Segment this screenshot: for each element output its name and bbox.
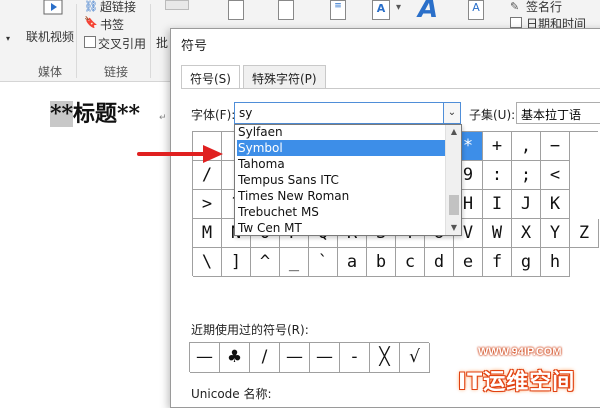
heading-suffix: ** xyxy=(117,101,141,127)
symbol-cell[interactable]: < xyxy=(541,161,570,190)
watermark-logo-text: IT运维空间 xyxy=(458,370,576,395)
bookmark-button[interactable]: 书签 xyxy=(100,16,124,33)
quickparts-icon[interactable]: ▾ xyxy=(396,2,401,13)
symbol-cell[interactable]: M xyxy=(193,219,222,248)
unicode-name-label: Unicode 名称: xyxy=(191,387,272,401)
bookmark-icon: 🔖 xyxy=(84,16,98,29)
symbol-cell[interactable]: : xyxy=(483,161,512,190)
symbol-cell[interactable]: a xyxy=(338,248,367,277)
header-icon[interactable] xyxy=(228,0,244,20)
scroll-down-icon[interactable]: ▼ xyxy=(446,221,461,235)
recent-symbol-cell[interactable]: — xyxy=(280,343,310,373)
group-label-links: 链接 xyxy=(104,65,129,79)
footer-icon[interactable] xyxy=(278,0,294,20)
symbol-cell[interactable]: \ xyxy=(193,248,222,277)
symbol-cell[interactable]: g xyxy=(512,248,541,277)
heading-prefix: ** xyxy=(50,101,74,127)
symbol-cell[interactable]: Y xyxy=(541,219,570,248)
dropdown-scrollbar[interactable]: ▲ ▼ xyxy=(445,125,461,235)
symbol-cell[interactable]: _ xyxy=(280,248,309,277)
recent-symbol-cell[interactable]: - xyxy=(340,343,370,373)
recent-symbol-cell[interactable]: — xyxy=(310,343,340,373)
symbol-cell[interactable]: Z xyxy=(570,219,599,248)
ribbon-separator xyxy=(76,4,77,78)
font-option[interactable]: Times New Roman xyxy=(237,188,445,204)
recent-symbol-cell[interactable]: ♣ xyxy=(220,343,250,373)
crossref-button[interactable]: 交叉引用 xyxy=(98,35,146,52)
tab-symbols[interactable]: 符号(S) xyxy=(181,65,240,89)
online-video-icon[interactable] xyxy=(42,0,64,18)
document-heading[interactable]: **标题** xyxy=(50,96,140,128)
tab-divider xyxy=(181,88,600,89)
recent-symbol-cell[interactable]: ╳ xyxy=(370,343,400,373)
scroll-thumb[interactable] xyxy=(449,195,459,215)
crossref-icon xyxy=(84,36,96,48)
hyperlink-button[interactable]: 超链接 xyxy=(100,0,136,15)
symbol-cell[interactable]: e xyxy=(454,248,483,277)
online-video-label[interactable]: 联机视频 xyxy=(26,28,74,45)
symbol-cell[interactable]: ] xyxy=(222,248,251,277)
symbol-cell[interactable]: d xyxy=(425,248,454,277)
subset-label: 子集(U): xyxy=(469,108,516,122)
scroll-up-icon[interactable]: ▲ xyxy=(446,125,461,139)
symbol-cell[interactable]: − xyxy=(541,132,570,161)
dropcap-icon[interactable]: A xyxy=(468,0,484,20)
symbol-cell[interactable]: K xyxy=(541,190,570,219)
dialog-title: 符号 xyxy=(181,39,208,54)
symbol-cell[interactable]: b xyxy=(367,248,396,277)
heading-text: 标题 xyxy=(73,101,118,127)
font-option[interactable]: Tempus Sans ITC xyxy=(237,172,445,188)
symbol-cell[interactable]: + xyxy=(483,132,512,161)
group-label-partial: 批 xyxy=(156,36,169,50)
symbol-cell[interactable]: W xyxy=(483,219,512,248)
font-option[interactable]: Tw Cen MT xyxy=(237,220,445,235)
page-number-icon[interactable]: ≡ xyxy=(330,0,346,20)
signature-line-button[interactable]: 签名行 xyxy=(526,0,562,15)
datetime-icon xyxy=(510,17,522,28)
red-arrow-annotation xyxy=(137,145,223,163)
font-option[interactable]: Symbol xyxy=(237,140,445,156)
tab-special-characters[interactable]: 特殊字符(P) xyxy=(243,65,326,89)
arrow-head xyxy=(203,145,223,163)
symbol-cell[interactable]: > xyxy=(193,190,222,219)
symbol-cell[interactable]: c xyxy=(396,248,425,277)
symbol-cell[interactable]: f xyxy=(483,248,512,277)
symbol-cell[interactable]: h xyxy=(541,248,570,277)
comment-icon[interactable] xyxy=(165,0,189,10)
group-label-media: 媒体 xyxy=(38,65,63,79)
ribbon-dropdown-arrow[interactable]: ▾ xyxy=(6,34,10,43)
font-option[interactable]: Sylfaen xyxy=(237,125,445,140)
hyperlink-icon: ⛓ xyxy=(84,0,98,13)
font-dropdown-list[interactable]: Sylfaen Symbol Tahoma Tempus Sans ITC Times … xyxy=(234,124,462,236)
symbol-cell[interactable]: X xyxy=(512,219,541,248)
ribbon-separator xyxy=(150,4,151,78)
font-input[interactable]: sy xyxy=(234,102,444,124)
recent-symbols-label: 近期使用过的符号(R): xyxy=(191,323,309,337)
textbox-icon[interactable]: A xyxy=(372,0,390,20)
recent-symbol-cell[interactable]: √ xyxy=(400,343,430,373)
document-area[interactable] xyxy=(0,82,176,400)
recent-symbol-cell[interactable]: / xyxy=(250,343,280,373)
font-dropdown-button[interactable]: ⌄ xyxy=(443,102,461,124)
symbol-cell[interactable]: ; xyxy=(512,161,541,190)
symbol-cell[interactable]: J xyxy=(512,190,541,219)
font-option[interactable]: Trebuchet MS xyxy=(237,204,445,220)
paragraph-mark: ↵ xyxy=(159,113,167,123)
wordart-icon[interactable]: A xyxy=(418,0,438,24)
symbol-cell[interactable]: I xyxy=(483,190,512,219)
watermark-url: WWW.94IP.COM xyxy=(478,346,562,358)
symbol-cell[interactable]: , xyxy=(512,132,541,161)
recent-symbols-row[interactable]: — ♣ / — — - ╳ √ xyxy=(189,342,430,373)
recent-symbol-cell[interactable]: — xyxy=(190,343,220,373)
font-option[interactable]: Tahoma xyxy=(237,156,445,172)
subset-select[interactable]: 基本拉丁语 xyxy=(516,102,600,124)
font-label: 字体(F): xyxy=(191,108,236,122)
symbol-cell[interactable]: ` xyxy=(309,248,338,277)
symbol-cell[interactable]: ^ xyxy=(251,248,280,277)
chevron-down-icon: ⌄ xyxy=(447,107,457,118)
signature-line-icon: ✎ xyxy=(510,0,520,13)
